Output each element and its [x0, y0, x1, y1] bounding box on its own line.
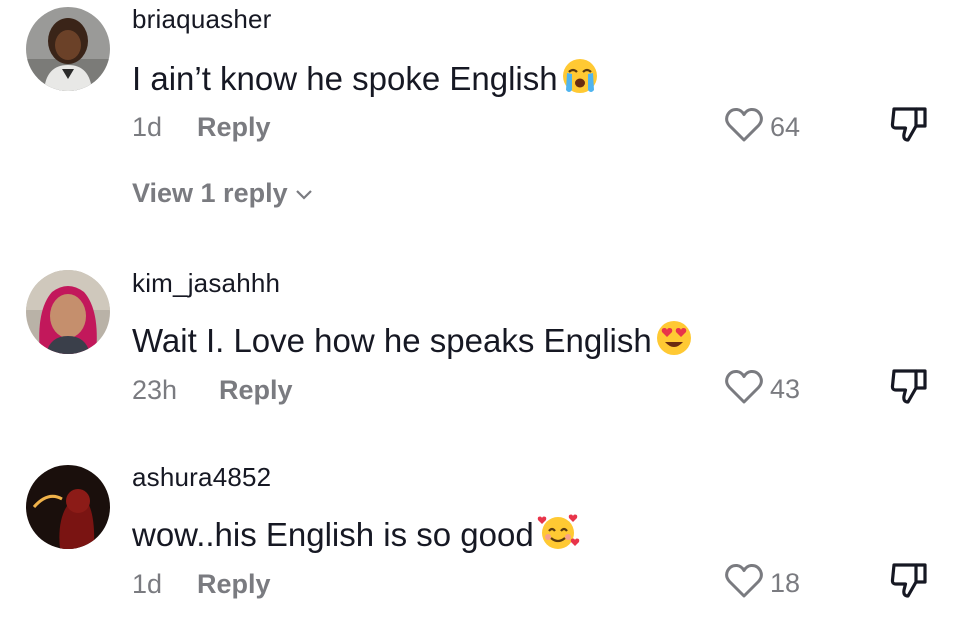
comment-timestamp: 23h — [132, 375, 178, 405]
like-button[interactable]: 18 — [724, 562, 800, 605]
avatar[interactable] — [26, 7, 110, 91]
comment-text-content: Wait I. Love how he speaks English — [132, 322, 652, 359]
comment-timestamp: 1d — [132, 112, 163, 142]
thumbs-down-icon — [888, 107, 930, 148]
comment-text-content: I ain’t know he spoke English — [132, 60, 558, 97]
view-replies-button[interactable]: View 1 reply — [132, 178, 314, 209]
comment-username[interactable]: briaquasher — [132, 4, 272, 35]
smiling-face-with-hearts-icon — [536, 512, 580, 560]
comment-username[interactable]: kim_jasahhh — [132, 268, 280, 299]
like-count: 64 — [770, 112, 801, 142]
loudly-crying-face-icon — [560, 56, 600, 104]
heart-outline-icon — [724, 106, 764, 149]
comment-text-content: wow..his English is so good — [132, 516, 534, 553]
comment-username[interactable]: ashura4852 — [132, 462, 271, 493]
view-replies-label: View 1 reply — [132, 178, 288, 208]
avatar[interactable] — [26, 465, 110, 549]
chevron-down-icon — [294, 178, 314, 209]
reply-button[interactable]: Reply — [197, 569, 271, 600]
heart-outline-icon — [724, 368, 764, 411]
heart-outline-icon — [724, 562, 764, 605]
comment-text: wow..his English is so good — [132, 512, 580, 560]
like-button[interactable]: 64 — [724, 106, 800, 149]
dislike-button[interactable] — [888, 366, 930, 411]
like-button[interactable]: 43 — [724, 368, 800, 411]
thumbs-down-icon — [888, 369, 930, 410]
comment-timestamp: 1d — [132, 569, 163, 599]
dislike-button[interactable] — [888, 104, 930, 149]
heart-eyes-icon — [654, 318, 694, 366]
reply-button[interactable]: Reply — [197, 112, 271, 143]
reply-button[interactable]: Reply — [219, 375, 293, 406]
avatar[interactable] — [26, 270, 110, 354]
comment-text: I ain’t know he spoke English — [132, 56, 600, 104]
like-count: 43 — [770, 374, 801, 404]
dislike-button[interactable] — [888, 560, 930, 605]
like-count: 18 — [770, 568, 801, 598]
comment-text: Wait I. Love how he speaks English — [132, 318, 694, 366]
thumbs-down-icon — [888, 563, 930, 604]
